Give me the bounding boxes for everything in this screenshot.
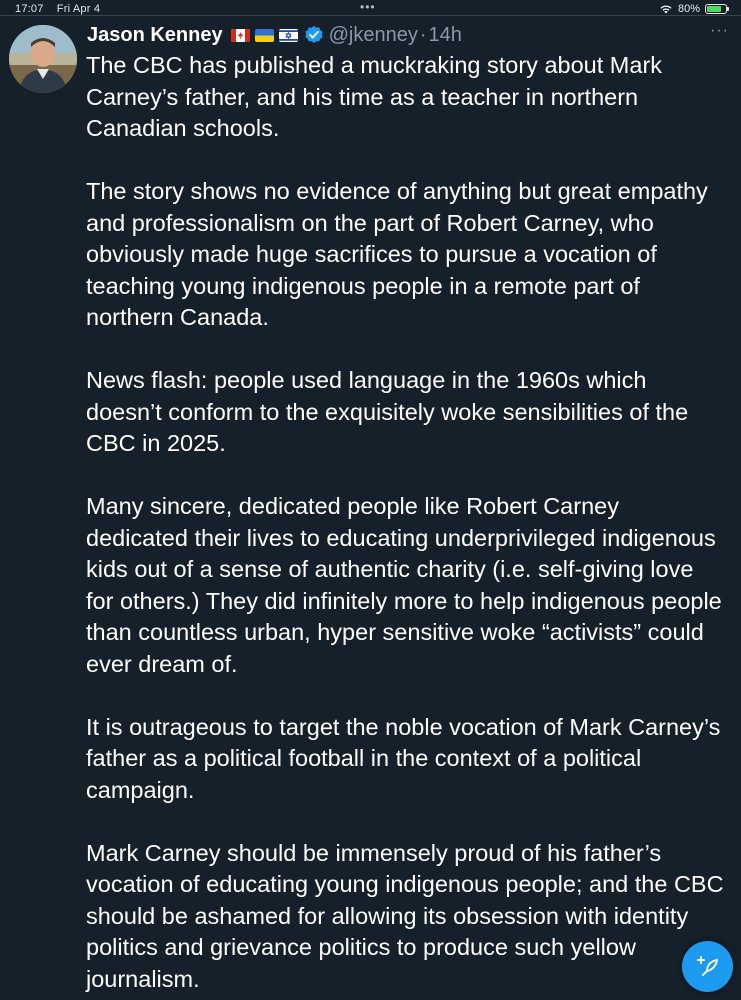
- tweet-timestamp[interactable]: 14h: [429, 24, 462, 47]
- tweet-paragraph: Many sincere, dedicated people like Robe…: [86, 493, 722, 677]
- top-divider: [0, 15, 741, 16]
- tweet-paragraph: The CBC has published a muckraking story…: [86, 52, 663, 141]
- canada-flag-icon: [230, 28, 250, 42]
- tweet-paragraph: Mark Carney should be immensely proud of…: [86, 839, 724, 992]
- ukraine-flag-icon: [254, 28, 274, 42]
- compose-feather-plus-icon: [696, 955, 718, 976]
- wifi-icon: [660, 5, 672, 14]
- israel-flag-icon: [278, 28, 298, 42]
- status-time: 17:07: [15, 3, 44, 15]
- status-right: 80%: [659, 3, 729, 15]
- status-date: Fri Apr 4: [56, 3, 101, 15]
- more-options-icon[interactable]: ···: [710, 22, 729, 40]
- compose-button[interactable]: [682, 941, 733, 992]
- avatar-image: [9, 25, 77, 93]
- battery-cap: [727, 7, 729, 11]
- tweet-paragraph: It is outrageous to target the noble voc…: [86, 713, 721, 803]
- author-handle[interactable]: @jkenney: [329, 24, 418, 47]
- avatar[interactable]: [9, 25, 77, 93]
- battery-fill: [707, 6, 721, 12]
- author-flags: [230, 28, 298, 42]
- multitask-dots[interactable]: •••: [360, 0, 376, 14]
- battery-percent: 80%: [677, 3, 700, 15]
- tweet-paragraph: The story shows no evidence of anything …: [86, 178, 708, 330]
- header-separator: ·: [419, 23, 427, 46]
- tweet-text: The CBC has published a muckraking story…: [86, 50, 726, 1000]
- tweet-header: Jason Kenney @jkenney · 14h: [87, 22, 462, 48]
- author-display-name[interactable]: Jason Kenney: [87, 24, 223, 47]
- status-time-date: 17:07 Fri Apr 4: [15, 3, 110, 15]
- verified-badge-icon[interactable]: [304, 25, 324, 45]
- battery-charging-icon: [705, 4, 729, 14]
- tweet-paragraph: News flash: people used language in the …: [86, 367, 689, 456]
